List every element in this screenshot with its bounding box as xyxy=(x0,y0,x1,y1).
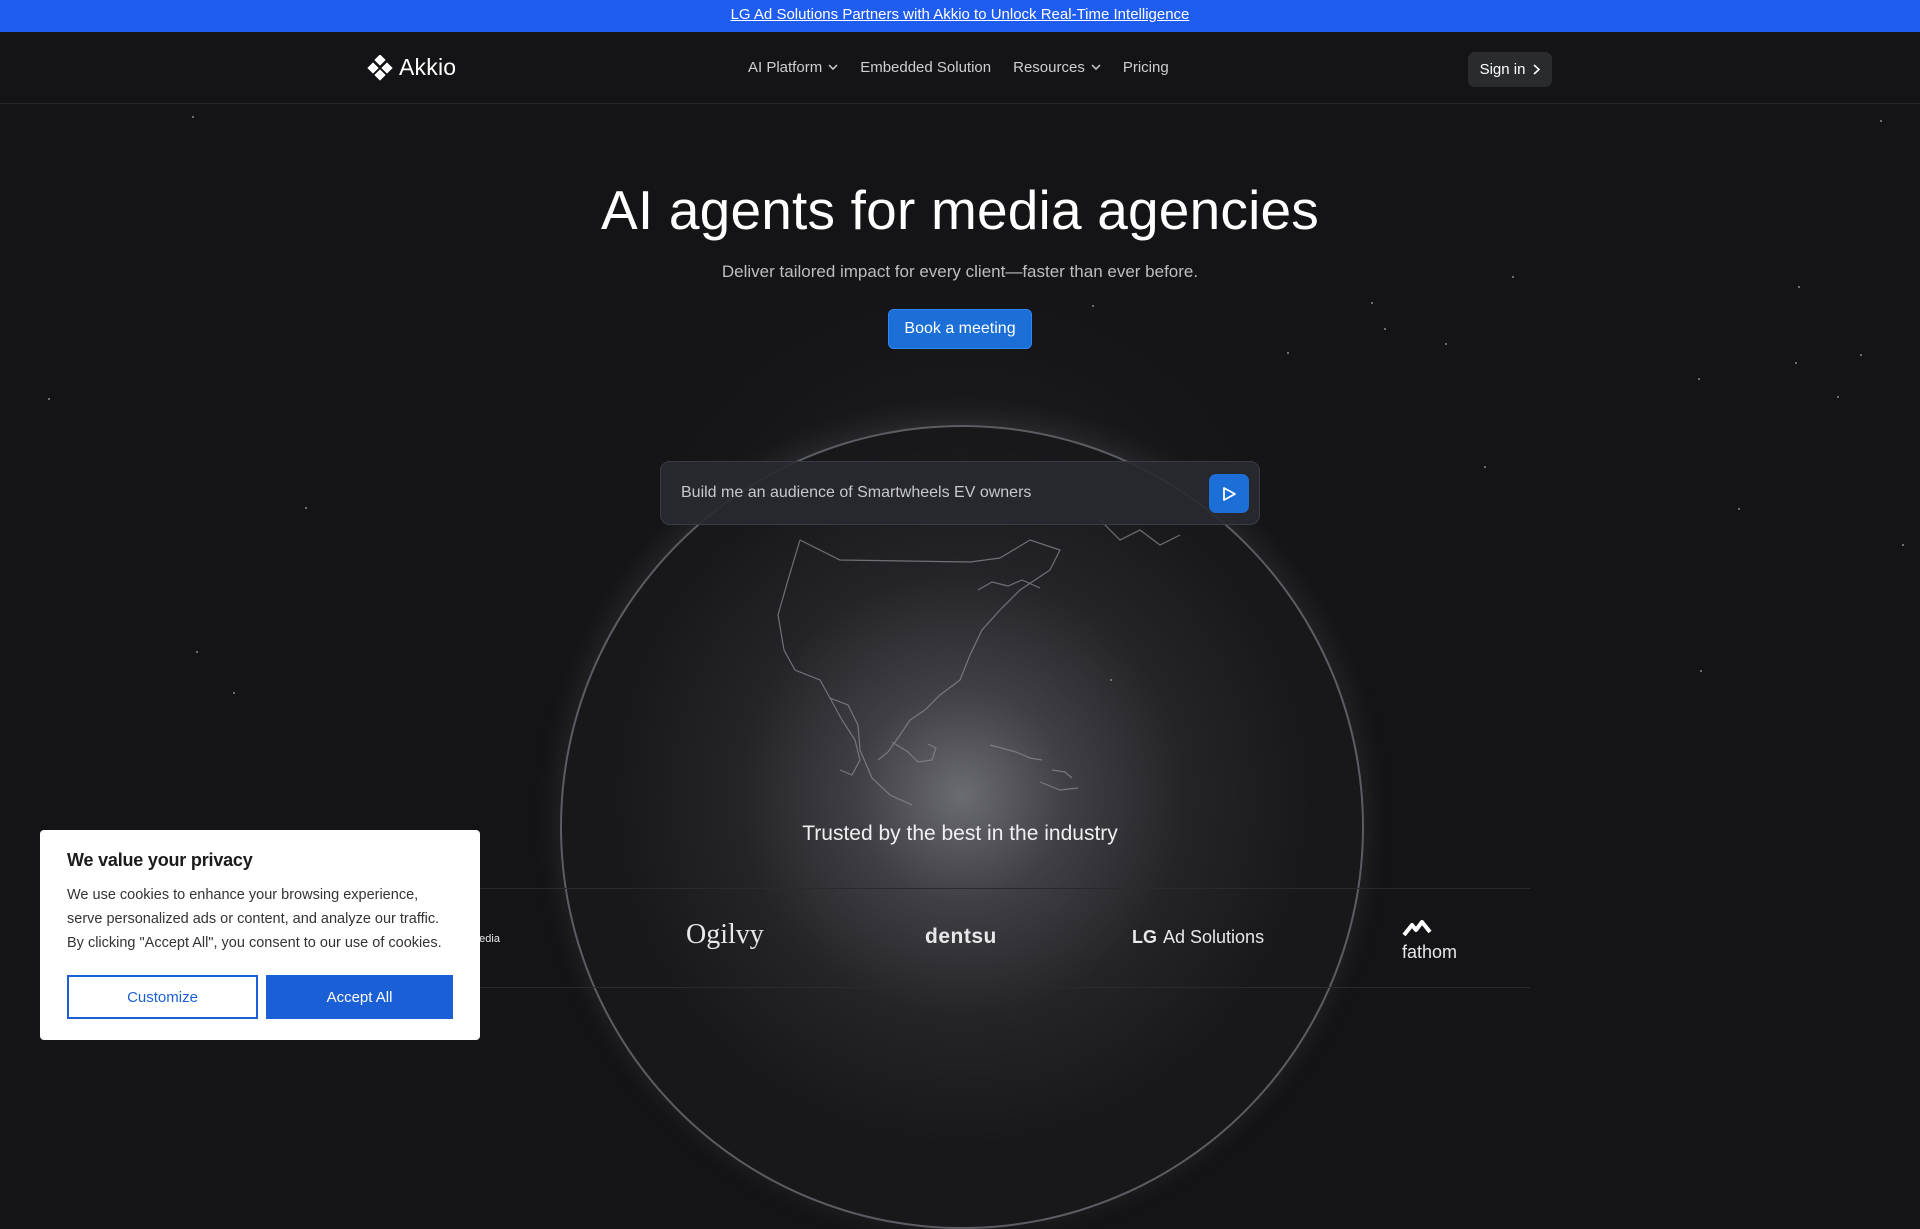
top-navigation: Akkio AI Platform Embedded Solution Reso… xyxy=(0,32,1920,104)
client-logos: media Ogilvy dentsu LG Ad Solutions fatho… xyxy=(360,888,1530,988)
announcement-banner: LG Ad Solutions Partners with Akkio to U… xyxy=(0,0,1920,32)
fathom-text: fathom xyxy=(1402,942,1458,962)
akkio-logo-icon xyxy=(367,54,393,81)
star-dot xyxy=(1880,120,1882,122)
menu-item-label: Resources xyxy=(1013,58,1085,76)
north-america-map-outline xyxy=(777,520,1181,806)
star-dot xyxy=(1795,362,1797,364)
star-dot xyxy=(1860,354,1862,356)
star-dot xyxy=(48,398,50,400)
lg-logo-mark: LG xyxy=(1132,927,1157,947)
star-dot xyxy=(196,651,198,653)
book-meeting-button[interactable]: Book a meeting xyxy=(888,309,1032,349)
fathom-icon xyxy=(1402,920,1432,937)
prompt-input[interactable]: Build me an audience of Smartwheels EV o… xyxy=(660,461,1260,525)
hero-title: AI agents for media agencies xyxy=(601,179,1319,241)
star-dot xyxy=(1445,343,1447,345)
star-dot xyxy=(1110,679,1112,681)
cookie-body: We use cookies to enhance your browsing … xyxy=(67,887,442,951)
dentsu-logo: dentsu xyxy=(925,925,997,948)
chevron-right-icon xyxy=(1533,64,1541,75)
star-dot xyxy=(1902,544,1904,546)
main-menu: AI Platform Embedded Solution Resources … xyxy=(748,32,1191,102)
menu-item-label: Embedded Solution xyxy=(860,58,992,76)
star-dot xyxy=(233,692,235,694)
star-dot xyxy=(1700,670,1702,672)
hero-subtitle: Deliver tailored impact for every client… xyxy=(721,262,1199,281)
cookie-consent-dialog: We value your privacy We use cookies to … xyxy=(40,830,480,1040)
send-icon xyxy=(1223,486,1236,501)
star-dot xyxy=(1798,286,1800,288)
menu-item-label: AI Platform xyxy=(748,58,823,76)
announcement-link[interactable]: LG Ad Solutions Partners with Akkio to U… xyxy=(731,6,1190,23)
star-dot xyxy=(1384,328,1386,330)
menu-item-pricing[interactable]: Pricing xyxy=(1123,59,1169,76)
lg-logo-text: Ad Solutions xyxy=(1163,927,1265,947)
menu-item-resources[interactable]: Resources xyxy=(1013,59,1101,76)
menu-item-label: Pricing xyxy=(1122,58,1169,76)
prompt-text: Build me an audience of Smartwheels EV o… xyxy=(681,484,1032,501)
star-dot xyxy=(1092,305,1094,307)
star-dot xyxy=(1484,466,1486,468)
accept-all-button[interactable]: Accept All xyxy=(266,975,453,1019)
menu-item-embedded-solution[interactable]: Embedded Solution xyxy=(860,59,991,76)
fathom-logo: fathom xyxy=(1402,919,1457,963)
akkio-logo[interactable]: Akkio xyxy=(367,54,456,81)
logo-text: Akkio xyxy=(399,54,457,80)
star-dot xyxy=(1698,378,1700,380)
customize-button[interactable]: Customize xyxy=(67,975,258,1019)
cookie-title: We value your privacy xyxy=(67,850,253,870)
send-button[interactable] xyxy=(1209,474,1249,513)
chevron-down-icon xyxy=(1091,64,1101,70)
star-dot xyxy=(305,507,307,509)
star-dot xyxy=(192,116,194,118)
star-dot xyxy=(1738,508,1740,510)
sign-in-label: Sign in xyxy=(1479,61,1526,78)
cookie-actions: Customize Accept All xyxy=(67,975,453,1019)
star-dot xyxy=(1371,302,1373,304)
chevron-down-icon xyxy=(828,64,838,70)
sign-in-button[interactable]: Sign in xyxy=(1468,52,1552,87)
star-dot xyxy=(1287,352,1289,354)
star-dot xyxy=(1837,396,1839,398)
lg-ad-solutions-logo: LG Ad Solutions xyxy=(1132,927,1264,948)
ogilvy-logo: Ogilvy xyxy=(686,919,764,950)
menu-item-ai-platform[interactable]: AI Platform xyxy=(748,59,838,76)
